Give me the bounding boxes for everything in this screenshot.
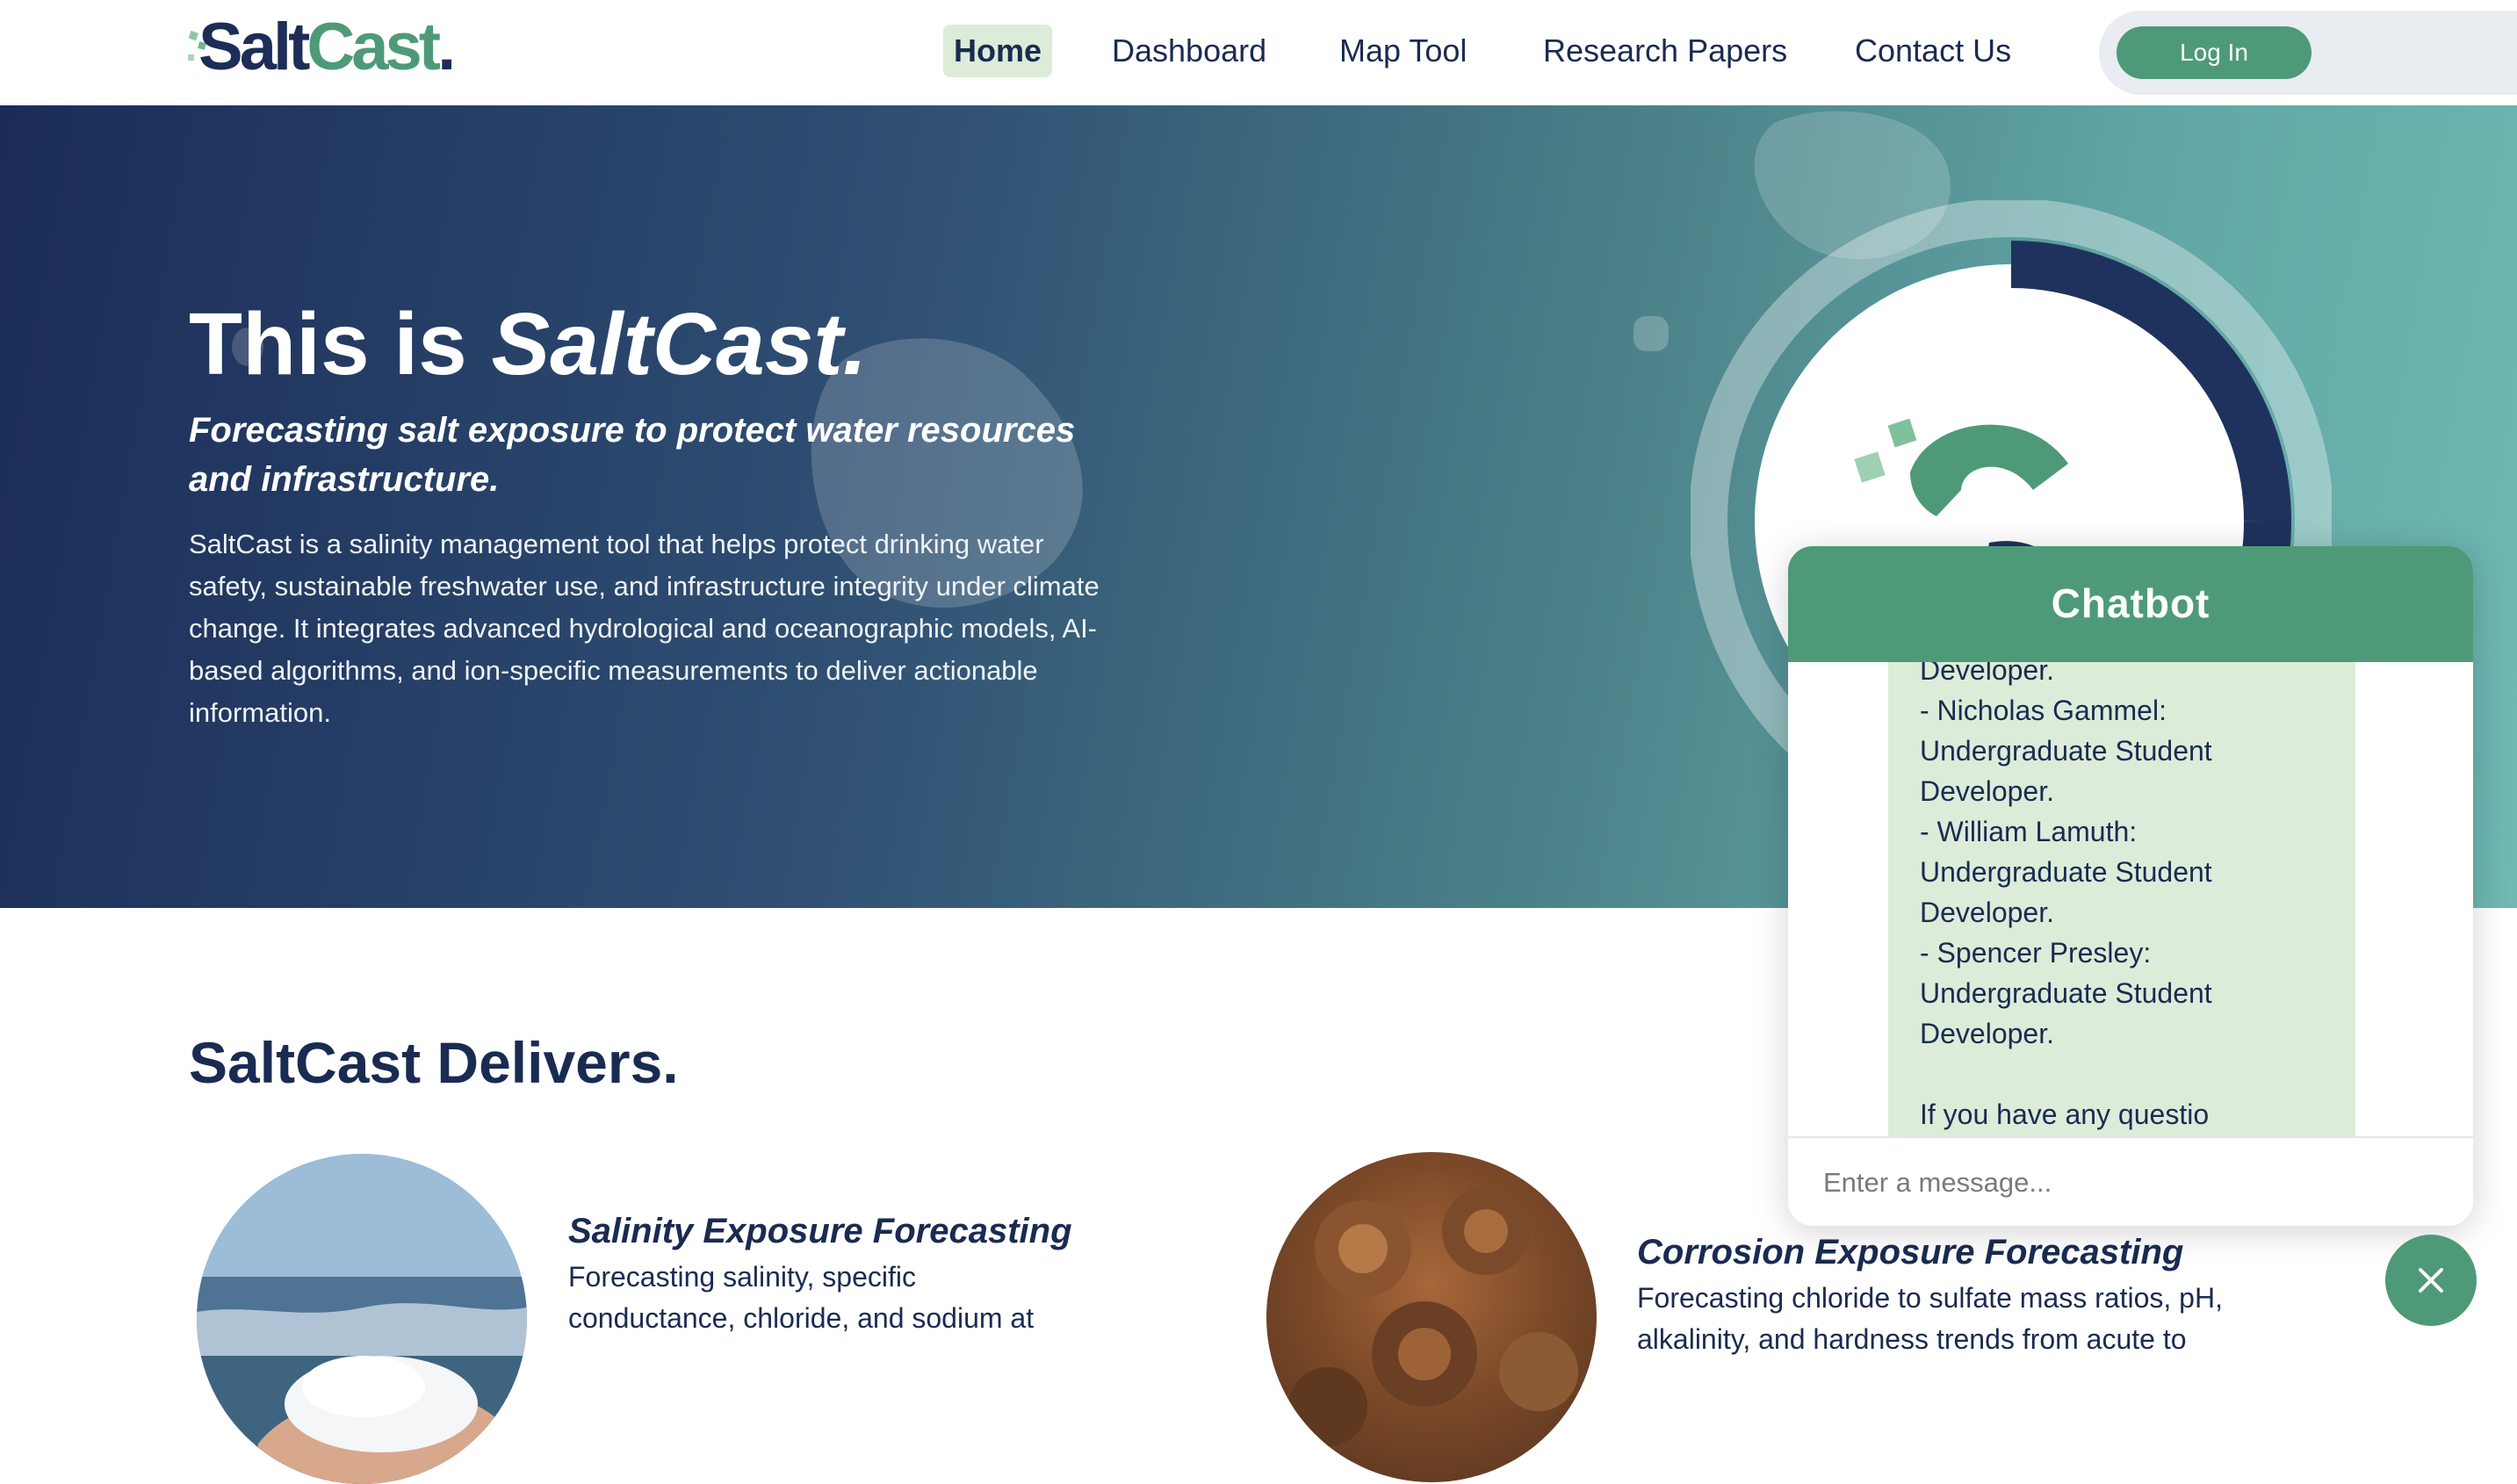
- message-line: Developer.: [1920, 662, 2054, 686]
- hero-description: SaltCast is a salinity management tool t…: [189, 529, 1100, 728]
- card-text-line: alkalinity, and hardness trends from acu…: [1637, 1323, 2187, 1355]
- salt-hand-image: [197, 1154, 527, 1484]
- card-text-line: conductance, chloride, and sodium at: [568, 1302, 1035, 1334]
- card-text-corrosion: Forecasting chloride to sulfate mass rat…: [1637, 1278, 2223, 1360]
- salt-photo-illustration: [197, 1154, 527, 1484]
- site-header: SaltCast. Home Dashboard Map Tool Resear…: [0, 0, 2517, 106]
- delivers-heading: SaltCast Delivers.: [189, 1030, 679, 1095]
- message-line: - Nicholas Gammel:: [1920, 695, 2167, 726]
- nav-dashboard[interactable]: Dashboard: [1112, 25, 1266, 77]
- chatbot-header: Chatbot: [1788, 546, 2473, 662]
- nav-map-tool[interactable]: Map Tool: [1339, 25, 1467, 77]
- bot-message: Developer. - Nicholas Gammel: Undergradu…: [1888, 662, 2355, 1136]
- nav-contact-us[interactable]: Contact Us: [1855, 25, 2011, 77]
- rust-photo-illustration: [1288, 1187, 1578, 1446]
- chatbot-messages[interactable]: Developer. - Nicholas Gammel: Undergradu…: [1788, 662, 2473, 1136]
- rusted-bolts-image: [1266, 1152, 1597, 1482]
- card-text-salinity: Forecasting salinity, specific conductan…: [568, 1257, 1034, 1339]
- hero-subtitle: Forecasting salt exposure to protect wat…: [189, 411, 1076, 499]
- logo-wordmark: SaltCast.: [198, 14, 456, 81]
- login-button[interactable]: Log In: [2117, 26, 2311, 79]
- logo-cast: Cast: [307, 10, 441, 84]
- card-title-salinity: Salinity Exposure Forecasting: [568, 1212, 1072, 1250]
- card-title-corrosion: Corrosion Exposure Forecasting: [1637, 1233, 2184, 1271]
- message-line: Developer.: [1920, 897, 2054, 928]
- hero-title-brand: SaltCast.: [491, 295, 868, 393]
- card-text-line: Forecasting chloride to sulfate mass rat…: [1637, 1282, 2223, 1314]
- message-line: Undergraduate Student: [1920, 977, 2212, 1009]
- saltcast-logo[interactable]: SaltCast.: [186, 14, 458, 90]
- message-line: If you have any questio: [1920, 1099, 2210, 1130]
- message-line: - William Lamuth:: [1920, 816, 2138, 847]
- decorative-dot: [1634, 316, 1669, 351]
- nav-research-papers[interactable]: Research Papers: [1543, 25, 1787, 77]
- nav-home[interactable]: Home: [943, 25, 1053, 77]
- message-line: Developer.: [1920, 775, 2054, 807]
- chatbot-title: Chatbot: [2051, 580, 2210, 626]
- hero-title: This is SaltCast.: [189, 294, 867, 395]
- message-line: [1920, 1054, 2324, 1094]
- message-line: Undergraduate Student: [1920, 735, 2212, 767]
- chatbot-window: Chatbot Developer. - Nicholas Gammel: Un…: [1788, 546, 2473, 1226]
- message-line: Developer.: [1920, 1018, 2054, 1049]
- chatbot-close-button[interactable]: [2385, 1235, 2477, 1326]
- logo-salt: Salt: [198, 10, 310, 84]
- message-line: Undergraduate Student: [1920, 856, 2212, 888]
- chatbot-input-area: [1788, 1136, 2473, 1226]
- chatbot-message-input[interactable]: [1821, 1159, 2440, 1207]
- card-text-line: Forecasting salinity, specific: [568, 1261, 916, 1293]
- message-line: - Spencer Presley:: [1920, 937, 2152, 969]
- close-icon: [2419, 1268, 2443, 1293]
- logo-period: .: [437, 10, 456, 84]
- hero-title-prefix: This is: [189, 295, 492, 393]
